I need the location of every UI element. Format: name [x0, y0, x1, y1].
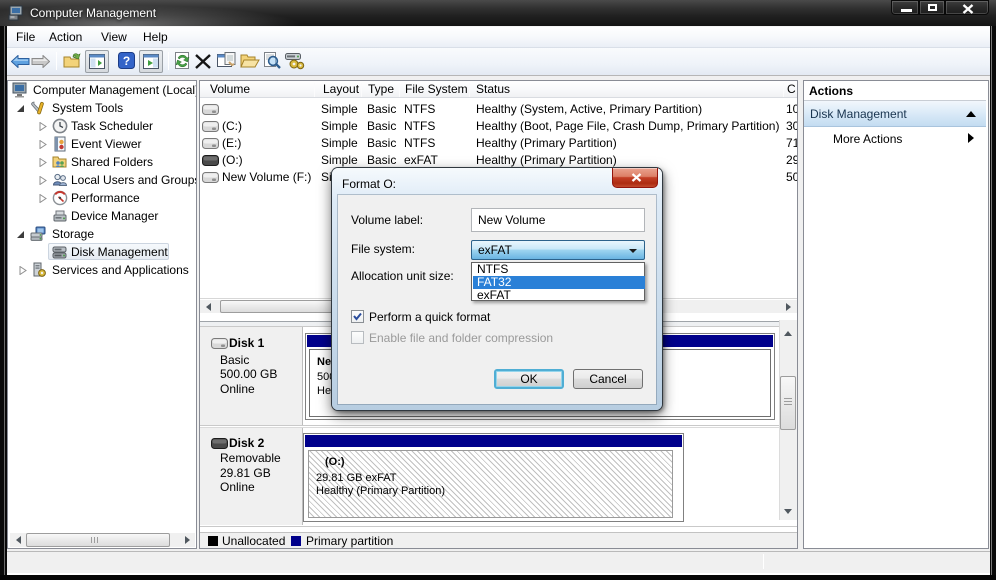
svg-text:?: ?: [123, 54, 130, 68]
